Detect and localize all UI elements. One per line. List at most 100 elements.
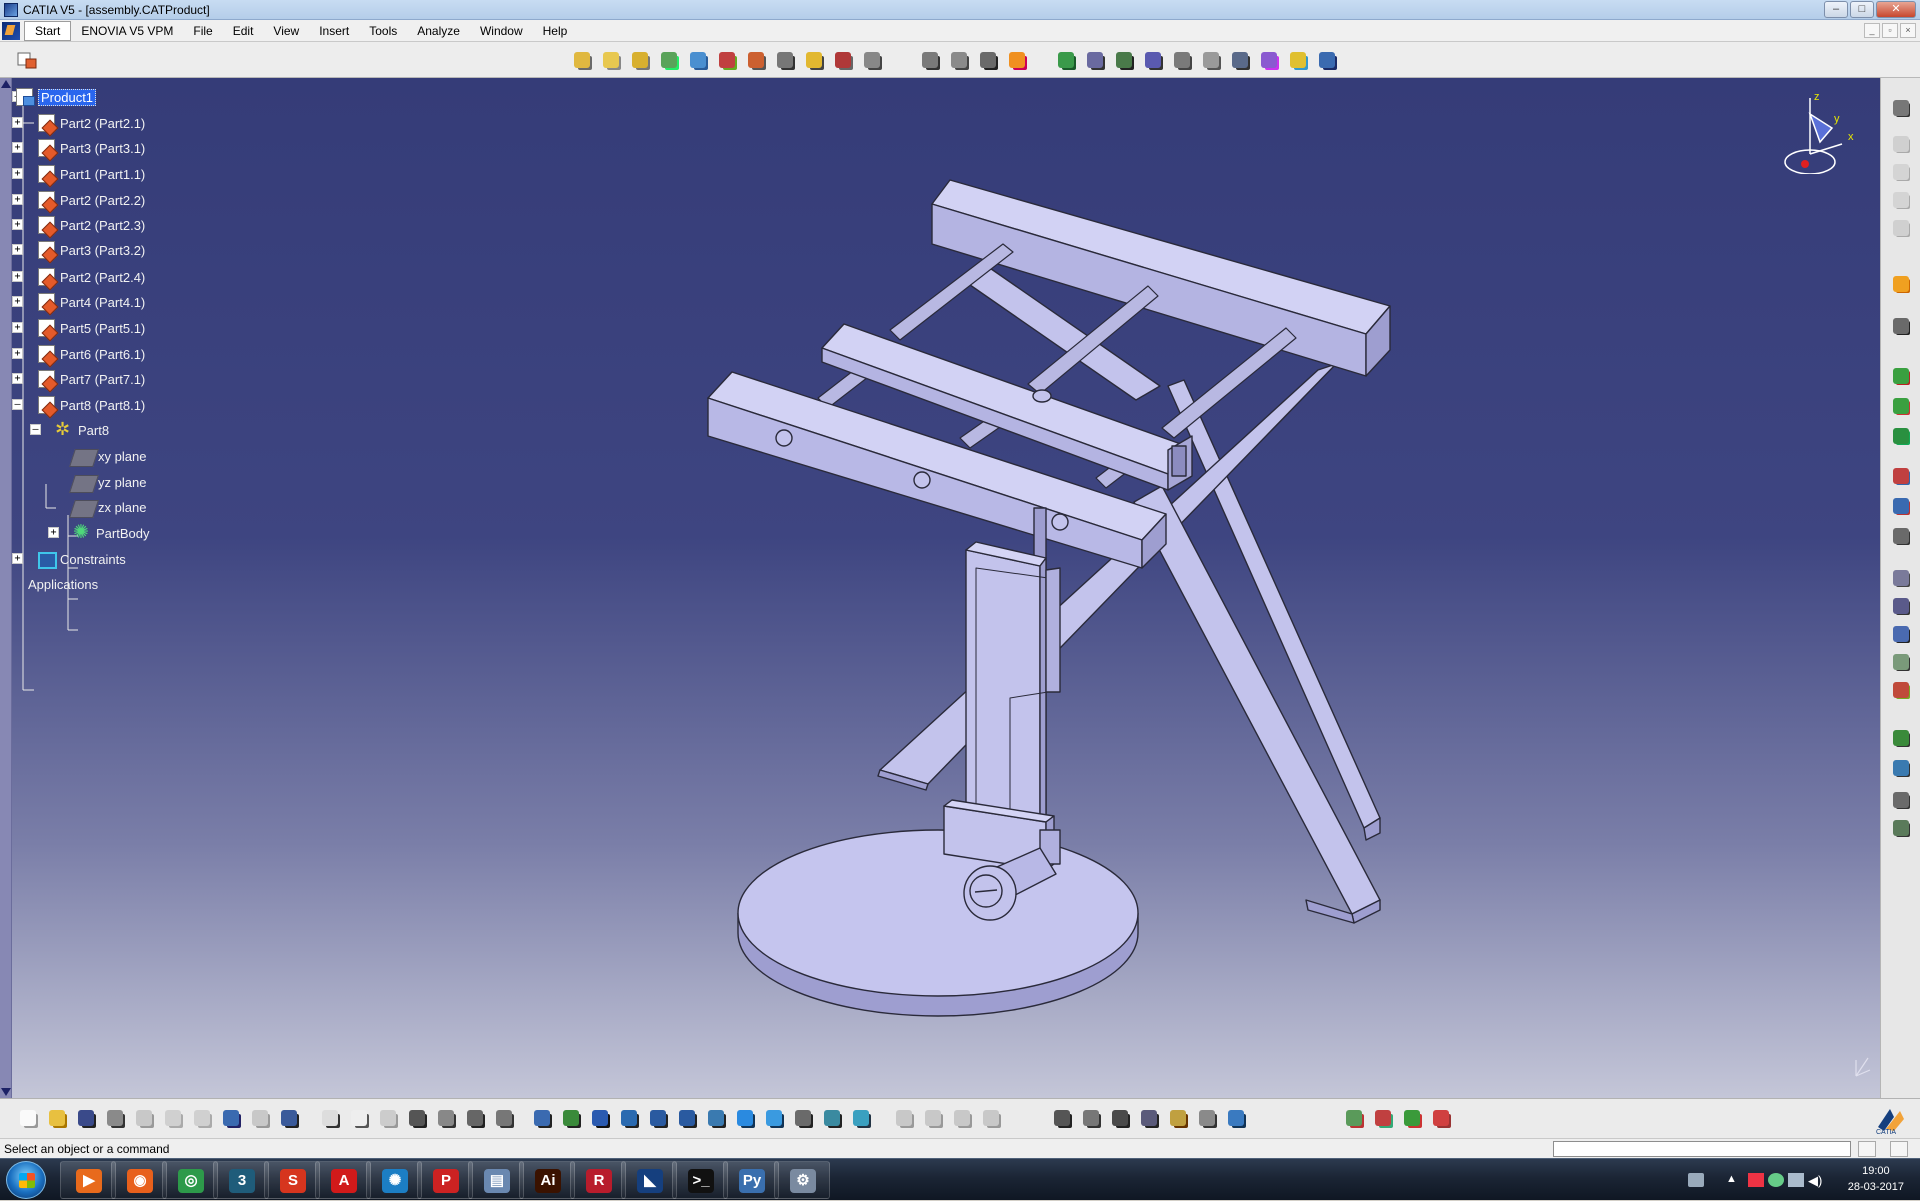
manipulation-icon[interactable] [918,48,942,72]
fix-together-icon[interactable] [1199,48,1223,72]
undo-icon[interactable] [219,1106,243,1130]
update-icon[interactable] [1889,188,1913,212]
menu-file[interactable]: File [183,20,222,42]
new-component-icon[interactable] [599,48,623,72]
menu-help[interactable]: Help [533,20,578,42]
new-product-icon[interactable] [628,48,652,72]
menu-view[interactable]: View [263,20,309,42]
document-icon[interactable] [2,21,20,40]
annotation-icon[interactable] [1889,464,1913,488]
paste-icon[interactable] [190,1106,214,1130]
draft-analysis-icon[interactable] [921,1106,945,1130]
capture-icon[interactable] [1050,1106,1074,1130]
status-button-1[interactable] [1858,1141,1876,1157]
constraint-manager-icon[interactable] [1889,756,1913,780]
measure-between-icon[interactable] [1889,566,1913,590]
compile-simulation-icon[interactable] [1371,1106,1395,1130]
angle-constraint-icon[interactable] [1141,48,1165,72]
new-part-icon[interactable] [657,48,681,72]
tray-clock[interactable]: 19:00 28-03-2017 [1848,1163,1904,1195]
normal-view-icon[interactable] [704,1106,728,1130]
offset-constraint-icon[interactable] [1112,48,1136,72]
whats-this-icon[interactable] [277,1106,301,1130]
copy-icon[interactable] [161,1106,185,1130]
space-analysis-icon[interactable] [1889,314,1913,338]
catia-taskbar-button[interactable]: ◣ [621,1161,677,1199]
menu-insert[interactable]: Insert [309,20,359,42]
close-button[interactable]: ✕ [1876,1,1916,18]
rotate-icon[interactable] [617,1106,641,1130]
menu-enovia[interactable]: ENOVIA V5 VPM [71,20,183,42]
part-analysis-icon[interactable] [892,1106,916,1130]
formula-icon[interactable] [318,1106,342,1130]
measure-item-icon[interactable] [1889,594,1913,618]
change-constraint-icon[interactable] [1286,48,1310,72]
quick-constraint-icon[interactable] [1228,48,1252,72]
keyboard-icon[interactable] [1688,1173,1704,1187]
open-folder-icon[interactable] [45,1106,69,1130]
law-icon[interactable] [434,1106,458,1130]
acrobat-taskbar-button[interactable]: A [315,1161,371,1199]
select-tool-icon[interactable] [16,51,40,71]
show-hidden-icons-icon[interactable]: ▲ [1726,1173,1742,1187]
material-icon[interactable] [1166,1106,1190,1130]
measure-icon[interactable] [1108,1106,1132,1130]
compass-widget[interactable]: z y x [1770,84,1860,174]
simulation-icon[interactable] [1342,1106,1366,1130]
product-structure-icon[interactable] [1889,96,1913,120]
flexible-rigid-icon[interactable] [1257,48,1281,72]
cut-icon[interactable] [132,1106,156,1130]
multi-view-icon[interactable] [733,1106,757,1130]
menu-edit[interactable]: Edit [223,20,264,42]
fast-multi-instantiation-icon[interactable] [860,48,884,72]
catia-app-icon[interactable] [4,2,18,17]
scanner-taskbar-button[interactable]: ▤ [468,1161,524,1199]
bill-of-material-icon[interactable] [1889,650,1913,674]
comment-icon[interactable] [347,1106,371,1130]
measure-inertia-icon[interactable] [1889,622,1913,646]
status-button-2[interactable] [1890,1141,1908,1157]
snap-icon[interactable] [947,48,971,72]
contact-constraint-icon[interactable] [1083,48,1107,72]
sectioning-icon[interactable] [1889,394,1913,418]
network-icon[interactable] [1788,1173,1804,1187]
swap-visible-space-icon[interactable] [849,1106,873,1130]
pan-icon[interactable] [588,1106,612,1130]
publication-icon[interactable] [1889,216,1913,240]
catalog-browser-icon[interactable] [492,1106,516,1130]
design-table-icon[interactable] [405,1106,429,1130]
command-prompt-taskbar-button[interactable]: >_ [672,1161,728,1199]
menu-start[interactable]: Start [24,20,72,41]
distance-analysis-icon[interactable] [1889,424,1913,448]
threads-icon[interactable] [979,1106,1003,1130]
grid-icon[interactable] [1429,1106,1453,1130]
isometric-view-icon[interactable] [762,1106,786,1130]
fit-all-in-icon[interactable] [559,1106,583,1130]
stop-manipulate-on-clash-icon[interactable] [1005,48,1029,72]
zoom-out-icon[interactable] [675,1106,699,1130]
curvature-icon[interactable] [950,1106,974,1130]
selective-load-icon[interactable] [773,48,797,72]
weld-planner-icon[interactable] [1889,816,1913,840]
maximize-button[interactable]: □ [1850,1,1874,18]
apply-material-icon[interactable] [1224,1106,1248,1130]
revit-taskbar-button[interactable]: R [570,1161,626,1199]
flag-note-icon[interactable] [1889,524,1913,548]
3d-viewport[interactable]: – Product1 + Part2 (Part2.1) + Part3 (Part3.1… [0,78,1880,1098]
hide-show-icon[interactable] [820,1106,844,1130]
sketch-icon[interactable] [1889,788,1913,812]
zoom-in-icon[interactable] [646,1106,670,1130]
reorder-icon[interactable] [1889,160,1913,184]
redo-icon[interactable] [248,1106,272,1130]
coincidence-constraint-icon[interactable] [1054,48,1078,72]
fly-mode-icon[interactable] [530,1106,554,1130]
menu-analyze[interactable]: Analyze [407,20,470,42]
sketchup-taskbar-button[interactable]: S [264,1161,320,1199]
cad-model[interactable] [0,78,1880,1098]
cursor-select-icon[interactable] [1889,272,1913,296]
graph-tree-reordering-icon[interactable] [715,48,739,72]
command-input[interactable] [1553,1141,1851,1157]
3ds-max-taskbar-button[interactable]: 3 [213,1161,269,1199]
shading-icon[interactable] [791,1106,815,1130]
pdf-reader-taskbar-button[interactable]: P [417,1161,473,1199]
